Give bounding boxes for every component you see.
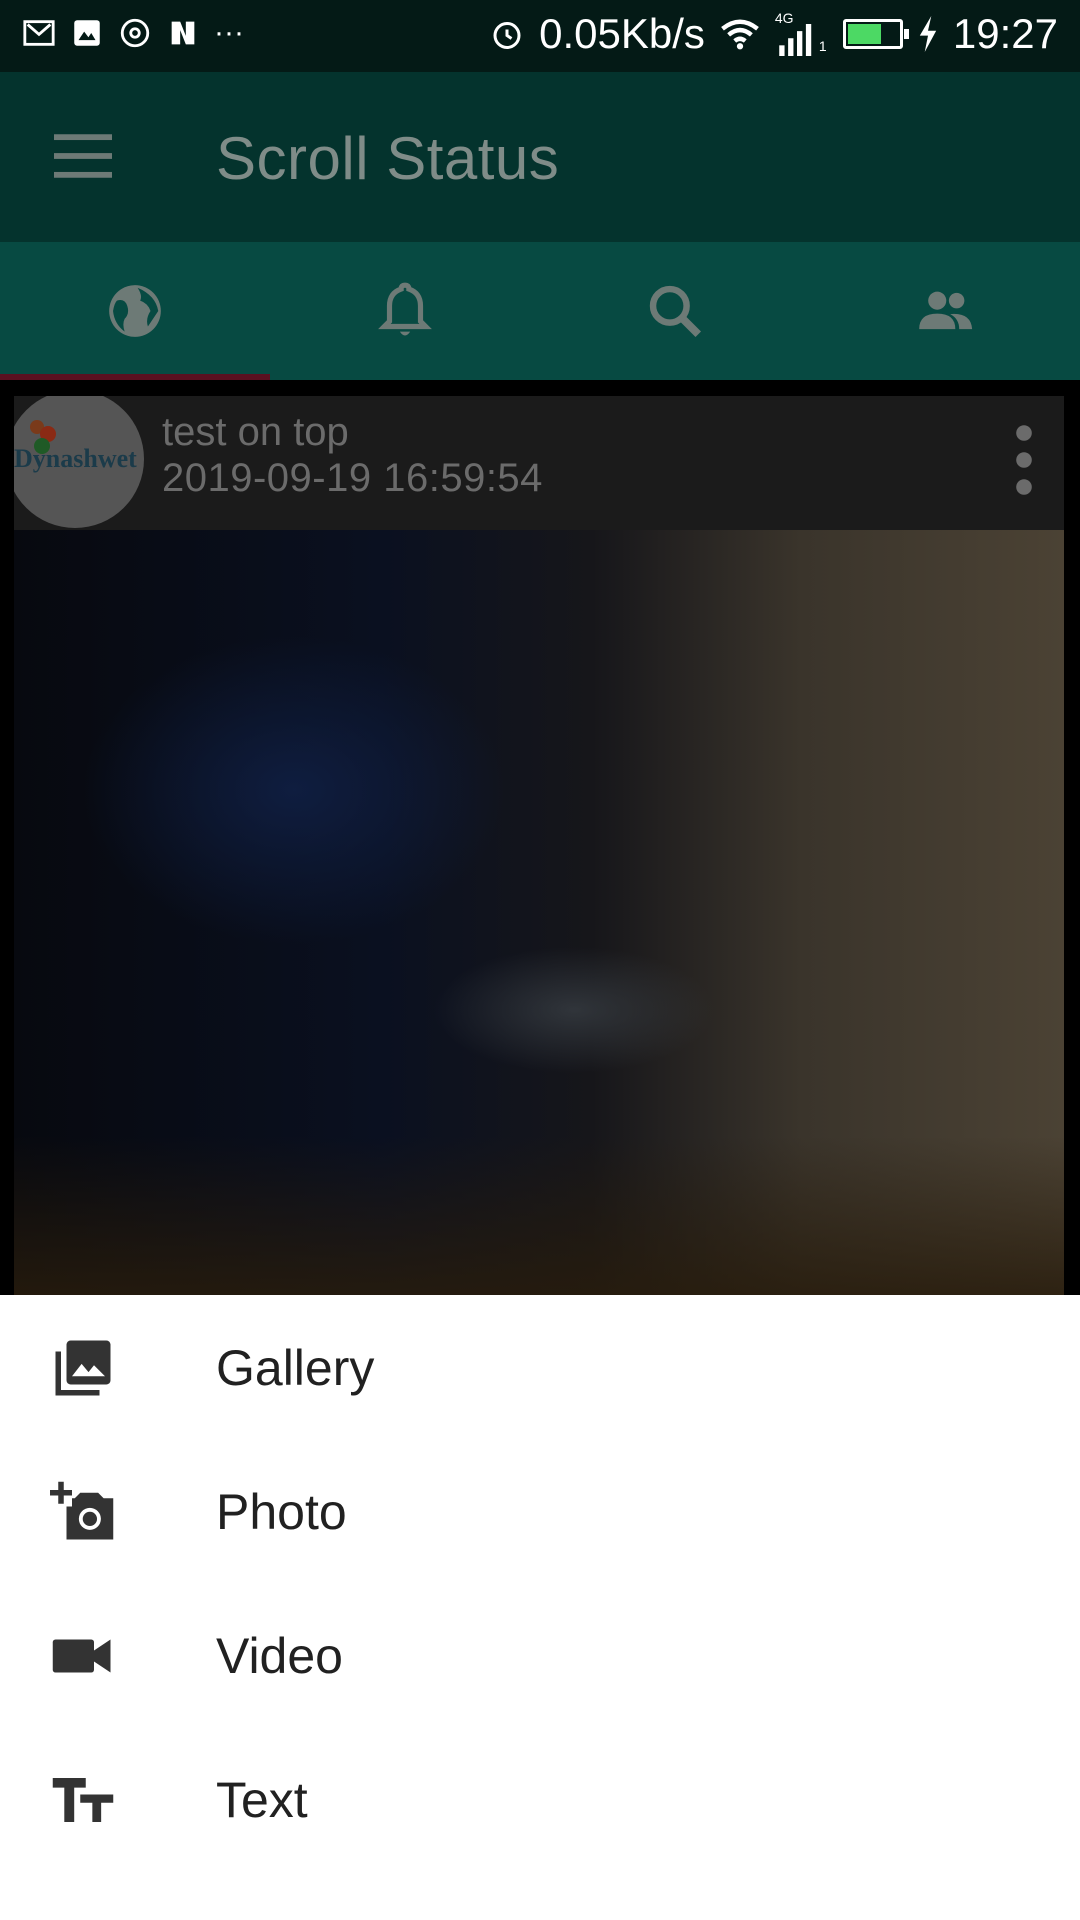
charging-icon: [919, 16, 937, 52]
sheet-item-label: Video: [216, 1628, 343, 1684]
sheet-item-photo[interactable]: Photo: [0, 1439, 1080, 1583]
hamburger-menu-icon[interactable]: [54, 134, 112, 178]
gmail-icon: [23, 20, 55, 46]
sheet-item-text[interactable]: Text: [0, 1727, 1080, 1871]
music-icon: [120, 18, 150, 48]
clock: 19:27: [952, 10, 1058, 57]
tab-public[interactable]: [0, 242, 270, 380]
image-icon: [74, 20, 100, 46]
battery-fill: [847, 24, 881, 44]
overflow-dots: ···: [214, 16, 244, 49]
globe-icon: [109, 285, 161, 337]
post-header: Dynashwet test on top 2019-09-19 16:59:5…: [14, 396, 1064, 530]
system-status: 0.05Kb/s 4G 1 19:27: [489, 10, 1058, 58]
text-fields-icon: [52, 1778, 114, 1822]
wifi-icon: [721, 19, 759, 50]
sheet-item-video[interactable]: Video: [0, 1583, 1080, 1727]
tab-people[interactable]: [810, 242, 1080, 380]
post-timestamp: 2019-09-19 16:59:54: [162, 456, 543, 500]
bell-icon: [378, 282, 432, 336]
avatar-brand-text: Dynashwet: [14, 444, 137, 473]
photo-library-icon: [55, 1340, 111, 1396]
media-shadow: [14, 1136, 1064, 1296]
alarm-icon: [493, 22, 521, 49]
app-bar: Scroll Status: [0, 72, 1080, 242]
search-icon: [649, 285, 701, 337]
sheet-item-label: Text: [216, 1772, 308, 1828]
tab-search[interactable]: [540, 242, 810, 380]
sim-slot: 1: [818, 38, 827, 54]
notification-icons: ···: [22, 16, 244, 50]
sheet-item-label: Gallery: [216, 1340, 375, 1396]
feed: Dynashwet test on top 2019-09-19 16:59:5…: [0, 380, 1080, 1296]
tab-bar: [0, 242, 1080, 380]
status-bar: ··· 0.05Kb/s 4G 1 19:27: [0, 0, 1080, 72]
bottom-sheet: Gallery Photo Video Text: [0, 1295, 1080, 1920]
nfc-icon: [171, 21, 195, 45]
sheet-item-gallery[interactable]: Gallery: [0, 1295, 1080, 1439]
post-author: test on top: [162, 410, 349, 454]
tab-notifications[interactable]: [270, 242, 540, 380]
videocam-icon: [52, 1639, 111, 1673]
network-speed: 0.05Kb/s: [539, 10, 705, 57]
post-media[interactable]: [14, 530, 1064, 1296]
sheet-item-label: Photo: [216, 1484, 347, 1540]
battery-icon: [842, 19, 909, 49]
app-title: Scroll Status: [216, 125, 560, 192]
post-card[interactable]: Dynashwet test on top 2019-09-19 16:59:5…: [14, 396, 1064, 1296]
people-icon: [919, 291, 973, 330]
avatar[interactable]: Dynashwet: [14, 396, 144, 528]
more-vert-icon[interactable]: [1014, 424, 1034, 496]
add-a-photo-icon: [50, 1481, 114, 1540]
signal-icon: 4G 1: [775, 10, 829, 58]
